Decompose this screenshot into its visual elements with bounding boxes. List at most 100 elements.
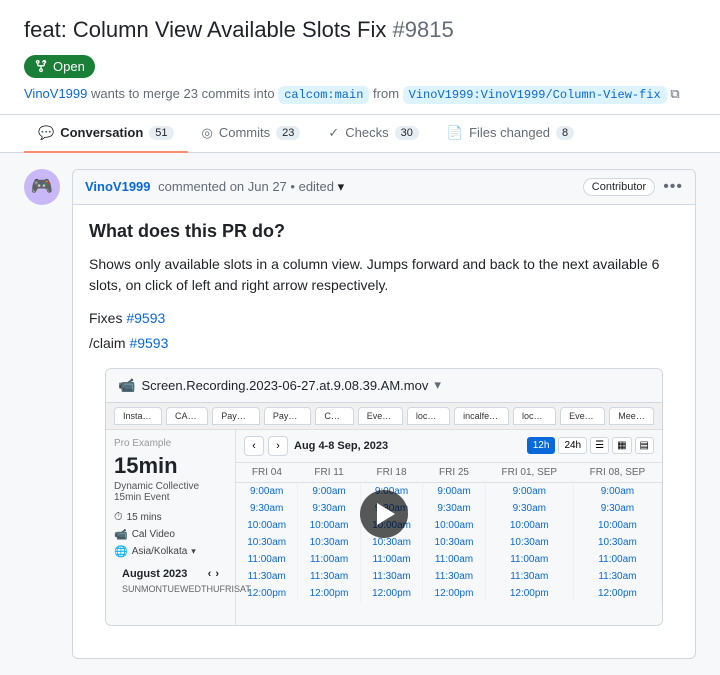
comment-author[interactable]: VinoV1999 bbox=[85, 179, 151, 194]
edited-dropdown-icon[interactable]: ▾ bbox=[338, 179, 345, 194]
video-dropdown-icon[interactable]: ▾ bbox=[434, 377, 441, 393]
cal-tab-10[interactable]: Even... bbox=[560, 407, 605, 425]
slot-11am-fri18[interactable]: 11:00am bbox=[360, 551, 422, 568]
slot-1130am-fri18[interactable]: 11:30am bbox=[360, 568, 422, 585]
cal-tab-4[interactable]: Paym... bbox=[264, 407, 312, 425]
cal-tab-7[interactable]: local... bbox=[407, 407, 450, 425]
slot-1130am-fri04[interactable]: 11:30am bbox=[236, 568, 298, 585]
view-list-btn[interactable]: ☰ bbox=[590, 437, 609, 454]
slot-930am-fri04[interactable]: 9:30am bbox=[236, 500, 298, 517]
cal-grid-table: FRI 04 FRI 11 FRI 18 FRI 25 FRI 01, SEP … bbox=[236, 463, 662, 602]
base-branch[interactable]: calcom:main bbox=[278, 86, 369, 104]
slot-9am-fri25[interactable]: 9:00am bbox=[423, 482, 485, 500]
slot-10am-fri04[interactable]: 10:00am bbox=[236, 517, 298, 534]
slot-930am-fri08[interactable]: 9:30am bbox=[573, 500, 661, 517]
cal-tab-5[interactable]: Cal... bbox=[315, 407, 353, 425]
slot-1030am-fri25[interactable]: 10:30am bbox=[423, 534, 485, 551]
cal-nav-arrows: ‹ › bbox=[244, 436, 288, 456]
table-row: 12:00pm 12:00pm 12:00pm 12:00pm 12:00pm … bbox=[236, 585, 662, 602]
slot-1130am-fri08[interactable]: 11:30am bbox=[573, 568, 661, 585]
view-24h-btn[interactable]: 24h bbox=[558, 437, 587, 454]
cal-next-btn[interactable]: › bbox=[268, 436, 288, 456]
slot-9am-fri01[interactable]: 9:00am bbox=[485, 482, 573, 500]
slot-9am-fri11[interactable]: 9:00am bbox=[298, 482, 360, 500]
slot-930am-fri11[interactable]: 9:30am bbox=[298, 500, 360, 517]
head-branch[interactable]: VinoV1999:VinoV1999/Column-View-fix bbox=[403, 86, 667, 104]
slot-930am-fri01[interactable]: 9:30am bbox=[485, 500, 573, 517]
slot-10am-fri01[interactable]: 10:00am bbox=[485, 517, 573, 534]
merge-word: commits into bbox=[202, 86, 275, 101]
slot-9am-fri08[interactable]: 9:00am bbox=[573, 482, 661, 500]
conversation-icon: 💬 bbox=[38, 125, 54, 141]
tab-commits-label: Commits bbox=[219, 125, 270, 140]
comment-date: commented on Jun 27 bbox=[158, 179, 287, 194]
slot-11am-fri08[interactable]: 11:00am bbox=[573, 551, 661, 568]
slot-1030am-fri01[interactable]: 10:30am bbox=[485, 534, 573, 551]
slot-1030am-fri04[interactable]: 10:30am bbox=[236, 534, 298, 551]
slot-12pm-fri08[interactable]: 12:00pm bbox=[573, 585, 661, 602]
comment-more-button[interactable]: ••• bbox=[663, 178, 683, 196]
slot-930am-fri25[interactable]: 9:30am bbox=[423, 500, 485, 517]
col-fri-01-sep: FRI 01, SEP bbox=[485, 463, 573, 483]
slot-11am-fri01[interactable]: 11:00am bbox=[485, 551, 573, 568]
tab-files-changed[interactable]: 📄 Files changed 8 bbox=[433, 115, 588, 153]
cal-tab-1[interactable]: Install... bbox=[114, 407, 162, 425]
view-12h-btn[interactable]: 12h bbox=[527, 437, 556, 454]
slot-10am-fri25[interactable]: 10:00am bbox=[423, 517, 485, 534]
tz-dropdown-icon[interactable]: ▾ bbox=[191, 546, 196, 557]
copy-branch-icon[interactable]: ⧉ bbox=[670, 86, 679, 101]
fixes-issue-link[interactable]: #9593 bbox=[126, 310, 165, 326]
cal-tab-9[interactable]: local... bbox=[513, 407, 556, 425]
cal-duration: 15min bbox=[114, 453, 227, 479]
slot-11am-fri25[interactable]: 11:00am bbox=[423, 551, 485, 568]
cal-event-name: Dynamic Collective 15min Event bbox=[114, 481, 227, 503]
cal-tab-8[interactable]: incalfec... bbox=[454, 407, 509, 425]
slot-1030am-fri11[interactable]: 10:30am bbox=[298, 534, 360, 551]
comment-edited[interactable]: • edited bbox=[290, 179, 334, 194]
slot-12pm-fri25[interactable]: 12:00pm bbox=[423, 585, 485, 602]
checks-icon: ✓ bbox=[328, 125, 339, 141]
cal-tab-11[interactable]: Meet... bbox=[609, 407, 654, 425]
tab-files-count: 8 bbox=[556, 126, 574, 140]
claim-issue-link[interactable]: #9593 bbox=[129, 335, 168, 351]
cal-grid: FRI 04 FRI 11 FRI 18 FRI 25 FRI 01, SEP … bbox=[236, 463, 662, 602]
table-row: 10:30am 10:30am 10:30am 10:30am 10:30am … bbox=[236, 534, 662, 551]
slot-11am-fri04[interactable]: 11:00am bbox=[236, 551, 298, 568]
view-table-btn[interactable]: ▤ bbox=[635, 437, 654, 454]
slot-12pm-fri18[interactable]: 12:00pm bbox=[360, 585, 422, 602]
cal-sidebar: Pro Example 15min Dynamic Collective 15m… bbox=[106, 430, 236, 625]
slot-1030am-fri08[interactable]: 10:30am bbox=[573, 534, 661, 551]
cal-tab-2[interactable]: CAL... bbox=[166, 407, 208, 425]
slot-1130am-fri25[interactable]: 11:30am bbox=[423, 568, 485, 585]
tab-commits[interactable]: ◎ Commits 23 bbox=[188, 115, 315, 153]
cal-meta-video: 📹 Cal Video bbox=[114, 528, 227, 541]
cal-grid-header: FRI 04 FRI 11 FRI 18 FRI 25 FRI 01, SEP … bbox=[236, 463, 662, 483]
tab-conversation[interactable]: 💬 Conversation 51 bbox=[24, 115, 188, 153]
slot-12pm-fri01[interactable]: 12:00pm bbox=[485, 585, 573, 602]
slot-1130am-fri01[interactable]: 11:30am bbox=[485, 568, 573, 585]
slot-11am-fri11[interactable]: 11:00am bbox=[298, 551, 360, 568]
mini-cal-nav: ‹ › bbox=[208, 568, 219, 580]
col-fri-18: FRI 18 bbox=[360, 463, 422, 483]
mini-cal-next[interactable]: › bbox=[215, 568, 219, 580]
cal-nav-left: ‹ › Aug 4-8 Sep, 2023 bbox=[244, 436, 388, 456]
play-button[interactable] bbox=[360, 490, 408, 538]
slot-12pm-fri11[interactable]: 12:00pm bbox=[298, 585, 360, 602]
comment-body: What does this PR do? Shows only availab… bbox=[73, 205, 695, 658]
col-fri-11: FRI 11 bbox=[298, 463, 360, 483]
clock-icon: ⏱ bbox=[114, 511, 123, 524]
tab-checks-count: 30 bbox=[395, 126, 419, 140]
slot-10am-fri08[interactable]: 10:00am bbox=[573, 517, 661, 534]
slot-10am-fri11[interactable]: 10:00am bbox=[298, 517, 360, 534]
cal-tab-3[interactable]: Paym... bbox=[212, 407, 260, 425]
col-fri-08-sep: FRI 08, SEP bbox=[573, 463, 661, 483]
slot-12pm-fri04[interactable]: 12:00pm bbox=[236, 585, 298, 602]
slot-9am-fri04[interactable]: 9:00am bbox=[236, 482, 298, 500]
cal-prev-btn[interactable]: ‹ bbox=[244, 436, 264, 456]
author-link[interactable]: VinoV1999 bbox=[24, 86, 87, 101]
slot-1130am-fri11[interactable]: 11:30am bbox=[298, 568, 360, 585]
cal-tab-6[interactable]: Even... bbox=[358, 407, 403, 425]
tab-checks[interactable]: ✓ Checks 30 bbox=[314, 115, 433, 153]
mini-cal-prev[interactable]: ‹ bbox=[208, 568, 212, 580]
view-grid-btn[interactable]: ▦ bbox=[612, 437, 631, 454]
